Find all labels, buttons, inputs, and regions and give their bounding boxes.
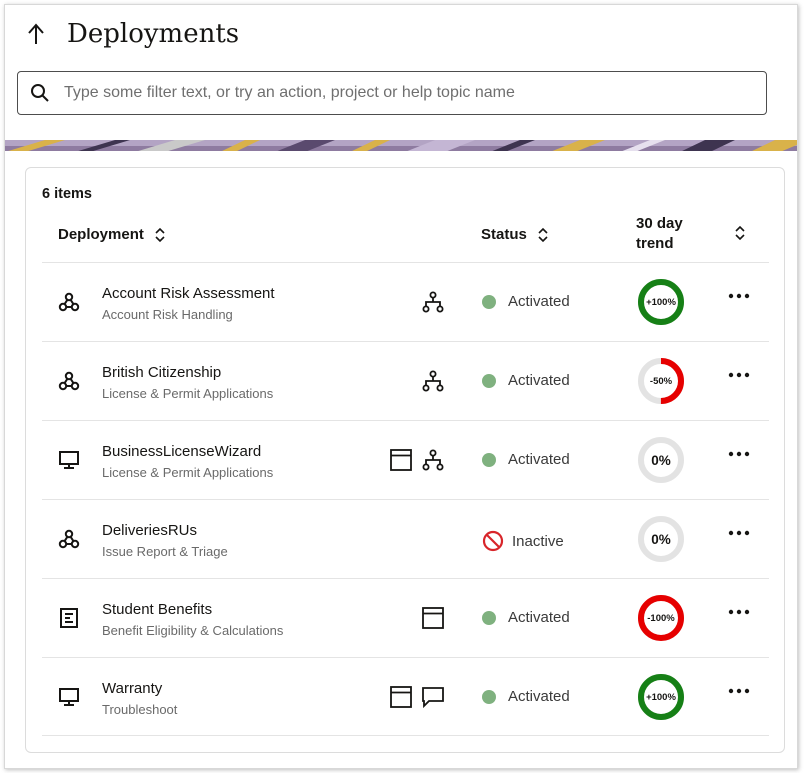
status-dot — [482, 294, 496, 309]
table-row[interactable]: Warranty Troubleshoot Activated +100% — [42, 657, 769, 736]
table-row[interactable]: British Citizenship License & Permit App… — [42, 341, 769, 420]
project-name: Account Risk Handling — [102, 307, 233, 322]
more-actions-icon[interactable] — [726, 285, 752, 307]
search-icon — [31, 84, 49, 102]
deployment-name[interactable]: British Citizenship — [102, 364, 221, 381]
status-text: Activated — [508, 372, 570, 389]
trend-value: +100% — [646, 296, 676, 308]
trend-gauge: +100% — [636, 672, 686, 722]
column-header-deployment[interactable]: Deployment — [58, 226, 166, 243]
trend-gauge: -50% — [636, 356, 686, 406]
app-frame: Deployments 6 items Deployment — [4, 4, 798, 769]
status-text: Activated — [508, 609, 570, 626]
status-text: Activated — [508, 688, 570, 705]
arrow-up-icon[interactable] — [25, 21, 47, 47]
project-name: Troubleshoot — [102, 702, 178, 717]
status-dot — [482, 373, 496, 388]
deployment-name[interactable]: BusinessLicenseWizard — [102, 443, 261, 460]
window-icon — [389, 685, 413, 709]
more-actions-icon[interactable] — [726, 522, 752, 544]
more-actions-icon[interactable] — [726, 680, 752, 702]
deployment-name[interactable]: DeliveriesRUs — [102, 522, 197, 539]
trend-gauge: -100% — [636, 593, 686, 643]
item-count: 6 items — [42, 186, 92, 202]
webhook-icon — [56, 368, 82, 394]
table-row[interactable]: BusinessLicenseWizard License & Permit A… — [42, 420, 769, 499]
status-text: Activated — [508, 293, 570, 310]
window-icon — [389, 448, 413, 472]
monitor-icon — [56, 447, 82, 473]
column-label: Deployment — [58, 226, 144, 243]
page-header: Deployments — [25, 19, 239, 49]
sort-icon[interactable] — [734, 225, 746, 241]
status-dot — [482, 689, 496, 704]
trend-value: +100% — [646, 691, 676, 703]
deployment-list: Account Risk Assessment Account Risk Han… — [42, 262, 769, 736]
status-indicator: Activated — [482, 293, 570, 310]
table-row[interactable]: Account Risk Assessment Account Risk Han… — [42, 262, 769, 341]
sort-icon[interactable] — [154, 227, 166, 243]
channel-icons — [389, 684, 445, 710]
column-label: Status — [481, 226, 527, 243]
search-input[interactable] — [64, 84, 744, 102]
trend-value: -50% — [649, 375, 673, 387]
trend-gauge: 0% — [636, 435, 686, 485]
column-header-status[interactable]: Status — [481, 226, 549, 243]
prohibited-icon — [482, 530, 504, 552]
page-title: Deployments — [67, 19, 240, 49]
table-row[interactable]: DeliveriesRUs Issue Report & Triage Inac… — [42, 499, 769, 578]
trend-value: 0% — [651, 531, 671, 547]
project-name: License & Permit Applications — [102, 465, 274, 480]
column-label: trend — [636, 235, 674, 252]
deployment-name[interactable]: Student Benefits — [102, 601, 212, 618]
column-header-trend[interactable]: 30 day trend — [636, 214, 696, 254]
status-indicator: Activated — [482, 609, 570, 626]
channel-icons — [421, 605, 445, 631]
column-label: 30 day — [636, 215, 683, 232]
hierarchy-icon — [421, 369, 445, 393]
sort-icon[interactable] — [537, 227, 549, 243]
trend-value: -100% — [647, 612, 675, 624]
webhook-icon — [56, 289, 82, 315]
channel-icons — [389, 447, 445, 473]
status-dot — [482, 610, 496, 625]
trend-value: 0% — [651, 452, 671, 468]
table-row[interactable]: Student Benefits Benefit Eligibility & C… — [42, 578, 769, 657]
deployment-name[interactable]: Account Risk Assessment — [102, 285, 275, 302]
webhook-icon — [56, 526, 82, 552]
channel-icons — [421, 289, 445, 315]
decorative-banner — [5, 139, 797, 151]
status-indicator: Activated — [482, 451, 570, 468]
trend-gauge: 0% — [636, 514, 686, 564]
window-icon — [421, 606, 445, 630]
status-text: Activated — [508, 451, 570, 468]
project-name: License & Permit Applications — [102, 386, 274, 401]
channel-icons — [421, 368, 445, 394]
chat-bubble-icon — [421, 685, 445, 709]
hierarchy-icon — [421, 448, 445, 472]
status-text: Inactive — [512, 532, 564, 550]
hierarchy-icon — [421, 290, 445, 314]
form-icon — [56, 605, 82, 631]
project-name: Issue Report & Triage — [102, 544, 228, 559]
deployment-name[interactable]: Warranty — [102, 680, 162, 697]
more-actions-icon[interactable] — [726, 443, 752, 465]
search-box[interactable] — [17, 71, 767, 115]
status-indicator: Inactive — [482, 530, 564, 552]
status-dot — [482, 452, 496, 467]
more-actions-icon[interactable] — [726, 364, 752, 386]
monitor-icon — [56, 684, 82, 710]
status-indicator: Activated — [482, 688, 570, 705]
project-name: Benefit Eligibility & Calculations — [102, 623, 284, 638]
more-actions-icon[interactable] — [726, 601, 752, 623]
trend-gauge: +100% — [636, 277, 686, 327]
deployments-table-card: 6 items Deployment Status 30 day trend A… — [25, 167, 785, 753]
status-indicator: Activated — [482, 372, 570, 389]
